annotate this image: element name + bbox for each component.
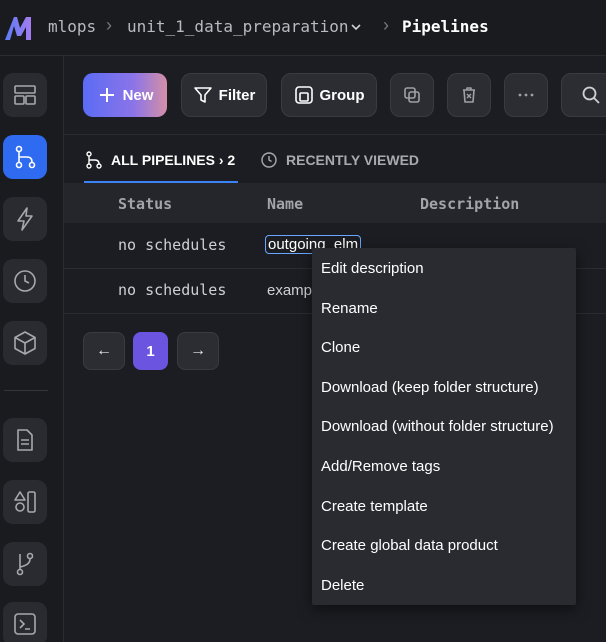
menu-item-delete[interactable]: Delete bbox=[321, 577, 364, 594]
row-status: no schedules bbox=[118, 236, 227, 254]
chevron-down-icon[interactable] bbox=[350, 21, 362, 33]
sidebar-divider bbox=[4, 390, 48, 391]
search-button[interactable] bbox=[561, 73, 606, 117]
sidebar bbox=[0, 56, 64, 642]
filter-icon bbox=[193, 87, 212, 103]
current-page-number: 1 bbox=[146, 342, 155, 360]
arrow-right-icon: → bbox=[190, 342, 206, 359]
sidebar-item-pipelines[interactable] bbox=[3, 135, 47, 179]
breadcrumb-separator: › bbox=[106, 15, 112, 35]
sidebar-item-templates[interactable] bbox=[3, 480, 47, 524]
row-status: no schedules bbox=[118, 281, 227, 299]
menu-item-clone[interactable]: Clone bbox=[321, 339, 360, 356]
next-page-button[interactable]: → bbox=[177, 332, 219, 370]
group-button[interactable]: Group bbox=[281, 73, 377, 117]
group-button-label: Group bbox=[319, 86, 365, 104]
breadcrumb-separator: › bbox=[383, 15, 389, 35]
new-button-label: New bbox=[122, 86, 154, 104]
filter-button-label: Filter bbox=[218, 86, 256, 104]
sidebar-item-files[interactable] bbox=[3, 418, 47, 462]
sidebar-item-version-control[interactable] bbox=[3, 542, 47, 586]
shapes-icon bbox=[14, 491, 36, 513]
tab-recently-viewed[interactable]: RECENTLY VIEWED bbox=[260, 151, 419, 169]
menu-item-create-global-data-product[interactable]: Create global data product bbox=[321, 537, 498, 554]
menu-item-edit-description[interactable]: Edit description bbox=[321, 260, 424, 277]
pipeline-icon bbox=[15, 145, 36, 169]
row-name-link[interactable]: examp bbox=[267, 282, 312, 299]
table-header: Status Name Description bbox=[64, 183, 606, 223]
previous-page-button[interactable]: ← bbox=[83, 332, 125, 370]
context-menu: Edit description Rename Clone Download (… bbox=[312, 248, 576, 605]
lightning-icon bbox=[17, 207, 33, 231]
copy-icon bbox=[404, 87, 420, 103]
file-icon bbox=[17, 429, 33, 451]
more-horizontal-icon bbox=[518, 93, 534, 97]
arrow-left-icon: ← bbox=[96, 342, 112, 359]
breadcrumb-project[interactable]: unit_1_data_preparation bbox=[127, 17, 349, 36]
menu-item-add-remove-tags[interactable]: Add/Remove tags bbox=[321, 458, 440, 475]
sidebar-item-terminal[interactable] bbox=[3, 602, 47, 642]
menu-item-download-keep-structure[interactable]: Download (keep folder structure) bbox=[321, 379, 539, 396]
menu-item-download-without-structure[interactable]: Download (without folder structure) bbox=[321, 418, 554, 435]
menu-item-create-template[interactable]: Create template bbox=[321, 498, 428, 515]
plus-icon bbox=[99, 88, 114, 102]
breadcrumb-current-page: Pipelines bbox=[402, 17, 489, 36]
search-icon bbox=[582, 86, 600, 104]
tab-recently-viewed-label: RECENTLY VIEWED bbox=[286, 152, 420, 168]
column-header-name[interactable]: Name bbox=[267, 195, 303, 213]
group-icon bbox=[294, 86, 313, 104]
clock-icon bbox=[14, 270, 36, 292]
new-button[interactable]: New bbox=[83, 73, 167, 117]
more-options-button[interactable] bbox=[504, 73, 548, 117]
pipeline-icon bbox=[86, 151, 102, 169]
column-header-status[interactable]: Status bbox=[118, 195, 172, 213]
clock-icon bbox=[261, 152, 277, 168]
breadcrumb-workspace[interactable]: mlops bbox=[48, 17, 96, 36]
delete-button[interactable] bbox=[447, 73, 491, 117]
terminal-icon bbox=[14, 613, 36, 635]
sidebar-item-blocks[interactable] bbox=[3, 321, 47, 365]
top-bar: mlops › unit_1_data_preparation › Pipeli… bbox=[0, 0, 606, 56]
page-1-button[interactable]: 1 bbox=[133, 332, 168, 370]
cube-icon bbox=[14, 331, 36, 355]
filter-button[interactable]: Filter bbox=[181, 73, 267, 117]
trash-icon bbox=[463, 87, 475, 103]
duplicate-button[interactable] bbox=[390, 73, 434, 117]
sidebar-item-dashboard[interactable] bbox=[3, 73, 47, 117]
column-header-description[interactable]: Description bbox=[420, 195, 519, 213]
sidebar-item-triggers[interactable] bbox=[3, 197, 47, 241]
menu-item-rename[interactable]: Rename bbox=[321, 300, 378, 317]
git-branch-icon bbox=[16, 552, 34, 576]
tab-all-pipelines[interactable]: ALL PIPELINES › 2 bbox=[85, 151, 235, 169]
sidebar-item-runs[interactable] bbox=[3, 259, 47, 303]
tab-all-pipelines-count: › 2 bbox=[218, 152, 236, 168]
tab-all-pipelines-label: ALL PIPELINES bbox=[111, 152, 215, 168]
app-logo-icon[interactable] bbox=[4, 14, 34, 42]
toolbar-divider bbox=[64, 134, 606, 135]
layout-icon bbox=[14, 85, 36, 105]
